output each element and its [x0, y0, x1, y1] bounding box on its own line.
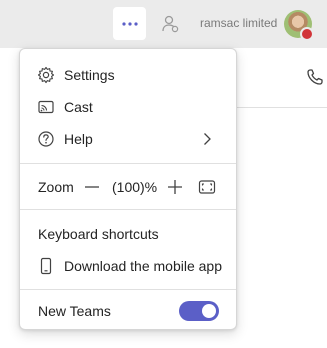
title-bar: ramsac limited	[0, 0, 327, 48]
menu-item-label: Settings	[64, 67, 115, 83]
new-teams-label: New Teams	[38, 303, 111, 319]
menu-divider	[20, 209, 236, 210]
help-icon	[38, 131, 54, 147]
menu-item-download-mobile-app[interactable]: Download the mobile app	[20, 250, 236, 282]
zoom-value: (100)%	[112, 179, 158, 195]
menu-divider	[20, 289, 236, 290]
toggle-knob	[202, 304, 216, 318]
zoom-controls: Zoom (100)%	[20, 171, 236, 203]
chevron-right-icon	[204, 133, 211, 145]
menu-divider	[20, 163, 236, 164]
org-name[interactable]: ramsac limited	[200, 16, 277, 30]
zoom-reset-icon[interactable]	[198, 178, 216, 196]
zoom-out-icon[interactable]	[84, 179, 100, 195]
more-horizontal-icon	[121, 21, 138, 26]
menu-item-keyboard-shortcuts[interactable]: Keyboard shortcuts	[20, 218, 236, 250]
phone-device-icon	[40, 257, 52, 275]
menu-item-label: Help	[64, 131, 93, 147]
more-options-button[interactable]	[113, 7, 146, 40]
menu-item-label: Keyboard shortcuts	[38, 226, 159, 242]
phone-icon[interactable]	[306, 68, 324, 86]
presence-status-badge	[300, 27, 314, 41]
menu-item-label: Cast	[64, 99, 93, 115]
menu-item-settings[interactable]: Settings	[20, 59, 236, 91]
gear-icon	[37, 66, 55, 84]
new-teams-toggle[interactable]	[179, 301, 219, 321]
person-icon[interactable]	[160, 14, 180, 34]
zoom-label: Zoom	[38, 179, 74, 195]
cast-icon	[38, 100, 54, 114]
menu-item-label: Download the mobile app	[64, 258, 222, 274]
more-options-menu: Settings Cast Help Zoom (100)% Keyboard …	[19, 48, 237, 330]
content-divider	[236, 107, 327, 108]
menu-item-help[interactable]: Help	[20, 123, 236, 155]
menu-item-cast[interactable]: Cast	[20, 91, 236, 123]
zoom-in-icon[interactable]	[167, 179, 183, 195]
